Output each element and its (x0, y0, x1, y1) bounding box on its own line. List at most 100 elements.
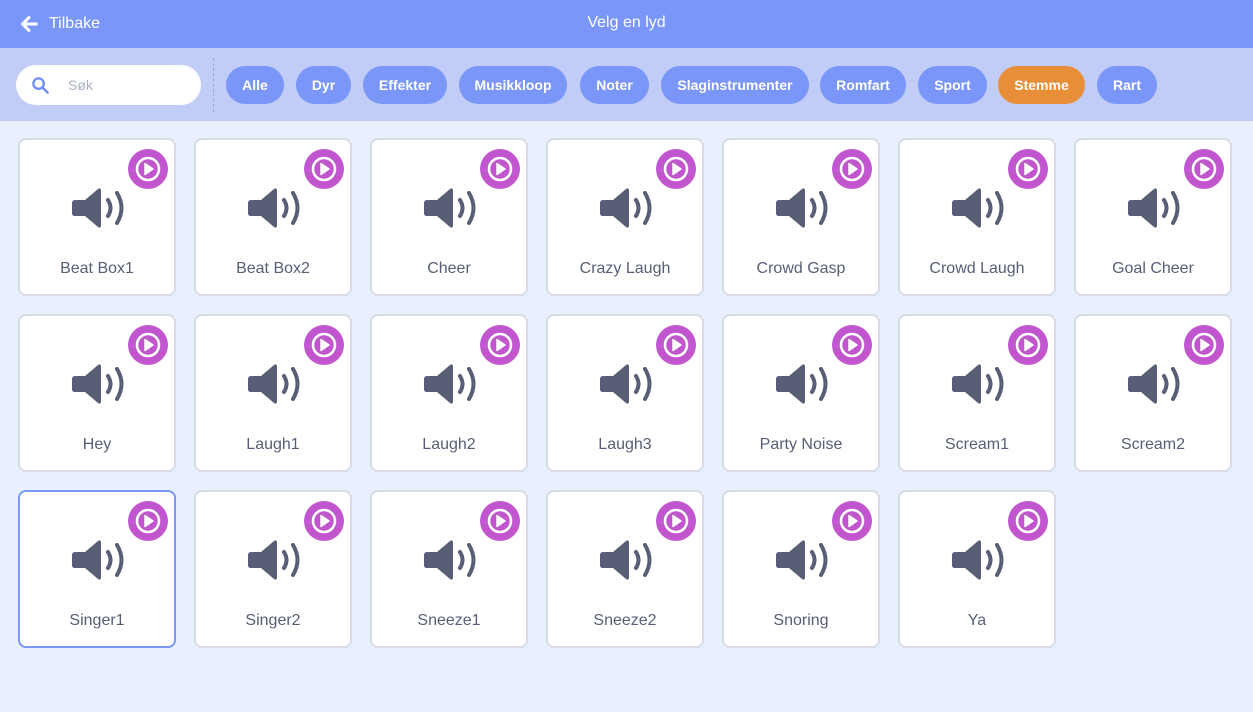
play-button[interactable] (128, 325, 168, 365)
tag-alle[interactable]: Alle (226, 66, 284, 104)
sound-name: Beat Box2 (236, 260, 310, 277)
speaker-icon (952, 188, 1004, 228)
play-button[interactable] (832, 325, 872, 365)
search-box[interactable] (16, 65, 201, 105)
search-icon (32, 77, 49, 94)
sound-name: Ya (967, 612, 987, 629)
sound-name: Party Noise (759, 436, 843, 453)
tag-stemme[interactable]: Stemme (998, 66, 1085, 104)
speaker-icon (72, 364, 124, 404)
sound-name: Hey (82, 436, 112, 453)
speaker-icon (776, 540, 828, 580)
sound-tile[interactable]: Crazy Laugh (546, 138, 704, 296)
play-icon (1015, 508, 1041, 534)
play-button[interactable] (656, 501, 696, 541)
sound-tile[interactable]: Scream1 (898, 314, 1056, 472)
tag-effekter[interactable]: Effekter (363, 66, 447, 104)
play-button[interactable] (656, 325, 696, 365)
sound-tile[interactable]: Goal Cheer (1074, 138, 1232, 296)
play-button[interactable] (1008, 325, 1048, 365)
play-icon (311, 156, 337, 182)
play-icon (135, 508, 161, 534)
play-button[interactable] (304, 501, 344, 541)
play-button[interactable] (480, 325, 520, 365)
play-button[interactable] (304, 149, 344, 189)
sound-tile[interactable]: Beat Box1 (18, 138, 176, 296)
sound-tile[interactable]: Ya (898, 490, 1056, 648)
modal-title: Velg en lyd (587, 14, 666, 31)
filter-bar: Alle Dyr Effekter Musikkloop Noter Slaginstru… (0, 48, 1253, 121)
sound-name: Scream1 (944, 436, 1010, 453)
play-button[interactable] (1184, 325, 1224, 365)
play-button[interactable] (128, 501, 168, 541)
tag-dyr[interactable]: Dyr (296, 66, 351, 104)
speaker-icon (600, 188, 652, 228)
sound-name: Crowd Gasp (756, 260, 846, 277)
play-button[interactable] (832, 501, 872, 541)
sound-tile[interactable]: Singer1 (18, 490, 176, 648)
tag-romfart[interactable]: Romfart (820, 66, 906, 104)
tag-rart[interactable]: Rart (1097, 66, 1157, 104)
sound-tile[interactable]: Crowd Laugh (898, 138, 1056, 296)
sound-name: Laugh3 (598, 436, 652, 453)
play-button[interactable] (1184, 149, 1224, 189)
tag-slaginstrumenter[interactable]: Slaginstrumenter (661, 66, 809, 104)
play-icon (1015, 332, 1041, 358)
sound-name: Goal Cheer (1112, 260, 1194, 277)
speaker-icon (424, 364, 476, 404)
speaker-icon (1128, 188, 1180, 228)
sound-tile[interactable]: Singer2 (194, 490, 352, 648)
sound-tile[interactable]: Cheer (370, 138, 528, 296)
play-icon (663, 508, 689, 534)
sound-name: Sneeze2 (593, 612, 657, 629)
speaker-icon (952, 540, 1004, 580)
sound-tile[interactable]: Crowd Gasp (722, 138, 880, 296)
play-icon (1191, 156, 1217, 182)
sound-name: Snoring (773, 612, 829, 629)
sound-name: Laugh1 (246, 436, 300, 453)
tag-musikkloop[interactable]: Musikkloop (459, 66, 567, 104)
speaker-icon (600, 364, 652, 404)
play-icon (487, 156, 513, 182)
sound-name: Scream2 (1120, 436, 1186, 453)
play-icon (135, 156, 161, 182)
sound-tile[interactable]: Party Noise (722, 314, 880, 472)
search-input[interactable] (68, 73, 188, 97)
speaker-icon (600, 540, 652, 580)
tag-noter[interactable]: Noter (580, 66, 649, 104)
sound-tile[interactable]: Beat Box2 (194, 138, 352, 296)
sound-tile[interactable]: Sneeze2 (546, 490, 704, 648)
sound-tile[interactable]: Snoring (722, 490, 880, 648)
speaker-icon (424, 188, 476, 228)
tag-sport[interactable]: Sport (918, 66, 987, 104)
filter-divider (213, 58, 214, 112)
play-button[interactable] (832, 149, 872, 189)
play-icon (1015, 156, 1041, 182)
play-button[interactable] (656, 149, 696, 189)
sound-name: Singer2 (245, 612, 301, 629)
play-button[interactable] (304, 325, 344, 365)
play-button[interactable] (480, 501, 520, 541)
modal-header: Tilbake Velg en lyd (0, 0, 1253, 48)
sound-tile[interactable]: Laugh2 (370, 314, 528, 472)
sound-name: Beat Box1 (60, 260, 134, 277)
speaker-icon (424, 540, 476, 580)
sound-name: Crowd Laugh (929, 260, 1025, 277)
play-button[interactable] (1008, 501, 1048, 541)
play-icon (663, 156, 689, 182)
play-button[interactable] (128, 149, 168, 189)
sound-tile[interactable]: Hey (18, 314, 176, 472)
play-icon (1191, 332, 1217, 358)
play-icon (487, 508, 513, 534)
play-icon (311, 508, 337, 534)
speaker-icon (776, 188, 828, 228)
play-button[interactable] (1008, 149, 1048, 189)
sound-name: Singer1 (69, 612, 125, 629)
sound-tile[interactable]: Laugh1 (194, 314, 352, 472)
sound-tile[interactable]: Scream2 (1074, 314, 1232, 472)
sound-tile[interactable]: Sneeze1 (370, 490, 528, 648)
sound-tile[interactable]: Laugh3 (546, 314, 704, 472)
play-icon (311, 332, 337, 358)
play-button[interactable] (480, 149, 520, 189)
speaker-icon (248, 364, 300, 404)
